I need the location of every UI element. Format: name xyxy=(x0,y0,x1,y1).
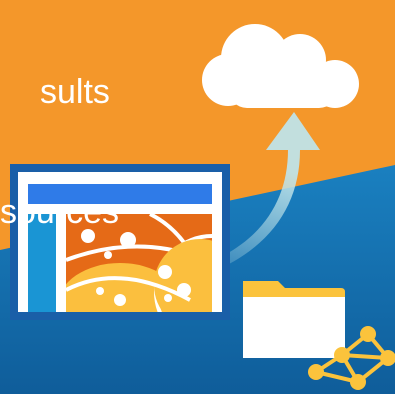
headline-line-2: sources xyxy=(0,193,120,231)
headline-line-1: sults xyxy=(40,73,110,111)
cloud-icon xyxy=(202,24,359,108)
folder-icon xyxy=(243,281,345,358)
headline: sults sources xyxy=(0,0,119,272)
